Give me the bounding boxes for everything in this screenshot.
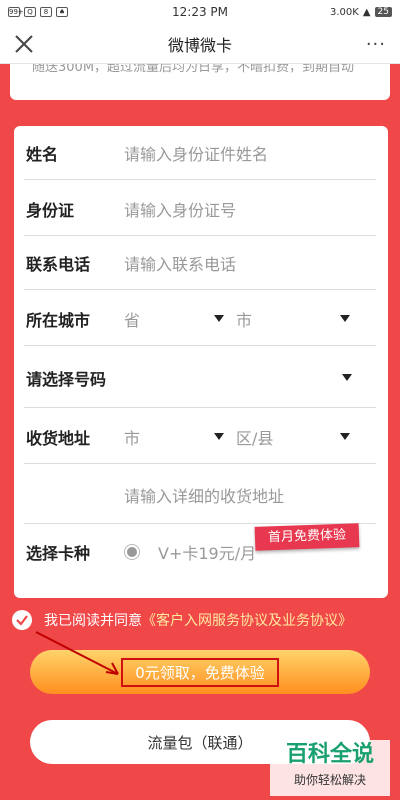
city-label: 所在城市 — [26, 310, 91, 330]
province-select[interactable]: 省 — [124, 307, 224, 331]
name-input[interactable]: 请输入身份证件姓名 — [124, 141, 268, 165]
claim-button-label: 0元领取，免费体验 — [121, 657, 279, 687]
name-row: 姓名 请输入身份证件姓名 — [24, 126, 376, 180]
phone-row: 联系电话 请输入联系电话 — [24, 236, 376, 290]
phone-label: 联系电话 — [26, 254, 91, 274]
watermark-title: 百科全说 — [285, 742, 374, 767]
checkbox[interactable] — [12, 610, 32, 630]
close-icon[interactable] — [12, 32, 36, 56]
page-title: 微博微卡 — [167, 35, 232, 55]
more-icon[interactable]: ··· — [366, 34, 386, 55]
province-value: 省 — [124, 310, 141, 330]
chevron-down-icon — [342, 374, 352, 381]
info-card-text: 随送300M，超过流量后均为日享，不暗扣费，到期自动 — [32, 64, 355, 75]
agreement-link[interactable]: 《客户入网服务协议及业务协议》 — [142, 610, 352, 630]
address-city-value: 市 — [124, 428, 141, 448]
status-time: 12:23 PM — [172, 5, 228, 19]
chevron-down-icon — [214, 433, 224, 440]
data-package-label: 流量包（联通） — [147, 733, 253, 752]
city-value: 市 — [236, 310, 253, 330]
city-select[interactable]: 市 — [236, 307, 350, 331]
radio-button[interactable] — [124, 544, 140, 560]
number-row[interactable]: 请选择号码 — [24, 348, 376, 408]
address-detail-row: 请输入详细的收货地址 — [24, 466, 376, 524]
chevron-down-icon — [340, 433, 350, 440]
annotation-arrow-icon — [35, 631, 119, 675]
nav-bar: 微博微卡 ··· — [0, 24, 400, 64]
name-label: 姓名 — [26, 144, 59, 164]
card-type-option[interactable]: V+卡19元/月 — [158, 540, 256, 564]
address-row: 收货地址 市 区/县 — [24, 410, 376, 464]
agreement-row: 我已阅读并同意 《客户入网服务协议及业务协议》 — [12, 608, 392, 632]
id-card-row: 身份证 请输入身份证号 — [24, 182, 376, 236]
district-value: 区/县 — [236, 428, 274, 448]
promo-tag: 首月免费体验 — [254, 523, 360, 551]
chevron-down-icon — [214, 315, 224, 322]
address-label: 收货地址 — [26, 428, 91, 448]
card-type-label: 选择卡种 — [26, 544, 91, 563]
id-card-input[interactable]: 请输入身份证号 — [124, 197, 236, 221]
district-select[interactable]: 区/县 — [236, 425, 350, 449]
radio-dot — [127, 547, 137, 557]
status-bar: 99+ Q 8 ♠ 12:23 PM 3.00K ▲ 25 — [0, 0, 400, 24]
check-icon — [16, 615, 28, 626]
agreement-text: 我已阅读并同意 — [44, 613, 142, 629]
watermark-logo: 百科全说 助你轻松解决 — [270, 740, 390, 796]
id-card-label: 身份证 — [26, 200, 75, 220]
address-detail-input[interactable]: 请输入详细的收货地址 — [124, 483, 284, 507]
info-card: 随送300M，超过流量后均为日享，不暗扣费，到期自动 — [10, 64, 390, 100]
address-city-select[interactable]: 市 — [124, 425, 224, 449]
number-label: 请选择号码 — [26, 369, 107, 389]
chevron-down-icon — [340, 315, 350, 322]
phone-input[interactable]: 请输入联系电话 — [124, 251, 236, 275]
watermark-subtitle: 助你轻松解决 — [293, 773, 366, 787]
city-row: 所在城市 省 市 — [24, 292, 376, 346]
